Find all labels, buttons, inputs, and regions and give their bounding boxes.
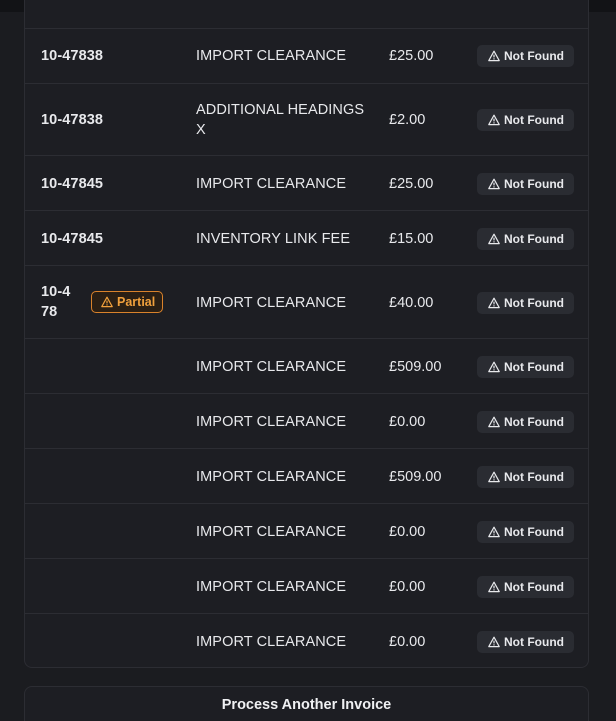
line-description: ADDITIONAL HEADINGS X — [196, 102, 365, 138]
partial-label: Partial — [117, 295, 156, 309]
warning-triangle-icon — [488, 50, 500, 62]
table-row: 10-47838 IMPORT CLEARANCE £25.00 Not Fou… — [25, 29, 588, 84]
status-badge: Not Found — [477, 356, 574, 378]
status-badge: Not Found — [477, 45, 574, 67]
warning-triangle-icon — [488, 636, 500, 648]
status-label: Not Found — [504, 360, 564, 374]
reference-number: 10-47845 — [41, 176, 104, 192]
line-items-table: 10-47838 IMPORT CLEARANCE £25.00 Not Fou… — [24, 0, 589, 668]
status-label: Not Found — [504, 525, 564, 539]
status-badge: Not Found — [477, 631, 574, 653]
warning-triangle-icon — [101, 296, 113, 308]
process-another-invoice-button[interactable]: Process Another Invoice — [24, 686, 589, 721]
status-badge: Not Found — [477, 466, 574, 488]
line-description: IMPORT CLEARANCE — [196, 634, 347, 650]
table-row: 10-47838 ADDITIONAL HEADINGS X £2.00 Not… — [25, 84, 588, 156]
status-label: Not Found — [504, 177, 564, 191]
line-description: INVENTORY LINK FEE — [196, 231, 351, 247]
status-badge: Not Found — [477, 228, 574, 250]
partial-badge: Partial — [91, 291, 163, 313]
line-description: IMPORT CLEARANCE — [196, 359, 347, 375]
status-badge: Not Found — [477, 411, 574, 433]
table-row: IMPORT CLEARANCE £0.00 Not Found — [25, 559, 588, 614]
status-badge: Not Found — [477, 292, 574, 314]
line-description: IMPORT CLEARANCE — [196, 48, 347, 64]
line-amount: £0.00 — [389, 414, 426, 430]
status-badge: Not Found — [477, 576, 574, 598]
results-page: 10-47838 IMPORT CLEARANCE £25.00 Not Fou… — [0, 0, 616, 721]
line-description: IMPORT CLEARANCE — [196, 579, 347, 595]
warning-triangle-icon — [488, 178, 500, 190]
status-label: Not Found — [504, 415, 564, 429]
line-amount: £509.00 — [389, 359, 442, 375]
status-label: Not Found — [504, 49, 564, 63]
table-row: IMPORT CLEARANCE £0.00 Not Found — [25, 504, 588, 559]
line-amount: £15.00 — [389, 231, 434, 247]
status-badge: Not Found — [477, 173, 574, 195]
line-amount: £509.00 — [389, 469, 442, 485]
table-row: 10-47845 INVENTORY LINK FEE £15.00 Not F… — [25, 211, 588, 266]
line-description: IMPORT CLEARANCE — [196, 469, 347, 485]
table-row: IMPORT CLEARANCE £0.00 Not Found — [25, 394, 588, 449]
warning-triangle-icon — [488, 297, 500, 309]
reference-number: 10-47838 — [41, 112, 104, 128]
table-row: IMPORT CLEARANCE £509.00 Not Found — [25, 449, 588, 504]
table-row-cropped — [25, 0, 588, 29]
warning-triangle-icon — [488, 361, 500, 373]
line-description: IMPORT CLEARANCE — [196, 295, 347, 311]
line-amount: £40.00 — [389, 295, 434, 311]
table-row: 10-47845 IMPORT CLEARANCE £25.00 Not Fou… — [25, 156, 588, 211]
status-label: Not Found — [504, 580, 564, 594]
table-row: IMPORT CLEARANCE £509.00 Not Found — [25, 339, 588, 394]
line-amount: £0.00 — [389, 524, 426, 540]
status-badge: Not Found — [477, 521, 574, 543]
table-row: 10-478 Partial IMPORT CLEARANCE £40.00 N… — [25, 266, 588, 339]
line-amount: £25.00 — [389, 176, 434, 192]
status-label: Not Found — [504, 635, 564, 649]
warning-triangle-icon — [488, 526, 500, 538]
status-label: Not Found — [504, 470, 564, 484]
reference-number: 10-47838 — [41, 48, 104, 64]
line-amount: £0.00 — [389, 579, 426, 595]
reference-number: 10-478 — [41, 284, 71, 320]
line-description: IMPORT CLEARANCE — [196, 414, 347, 430]
warning-triangle-icon — [488, 233, 500, 245]
reference-number: 10-47845 — [41, 231, 104, 247]
warning-triangle-icon — [488, 581, 500, 593]
line-description: IMPORT CLEARANCE — [196, 524, 347, 540]
status-label: Not Found — [504, 113, 564, 127]
line-amount: £25.00 — [389, 48, 434, 64]
warning-triangle-icon — [488, 471, 500, 483]
line-amount: £2.00 — [389, 112, 426, 128]
line-amount: £0.00 — [389, 634, 426, 650]
warning-triangle-icon — [488, 416, 500, 428]
warning-triangle-icon — [488, 114, 500, 126]
status-badge: Not Found — [477, 109, 574, 131]
status-label: Not Found — [504, 296, 564, 310]
status-label: Not Found — [504, 232, 564, 246]
table-row: IMPORT CLEARANCE £0.00 Not Found — [25, 614, 588, 667]
line-description: IMPORT CLEARANCE — [196, 176, 347, 192]
